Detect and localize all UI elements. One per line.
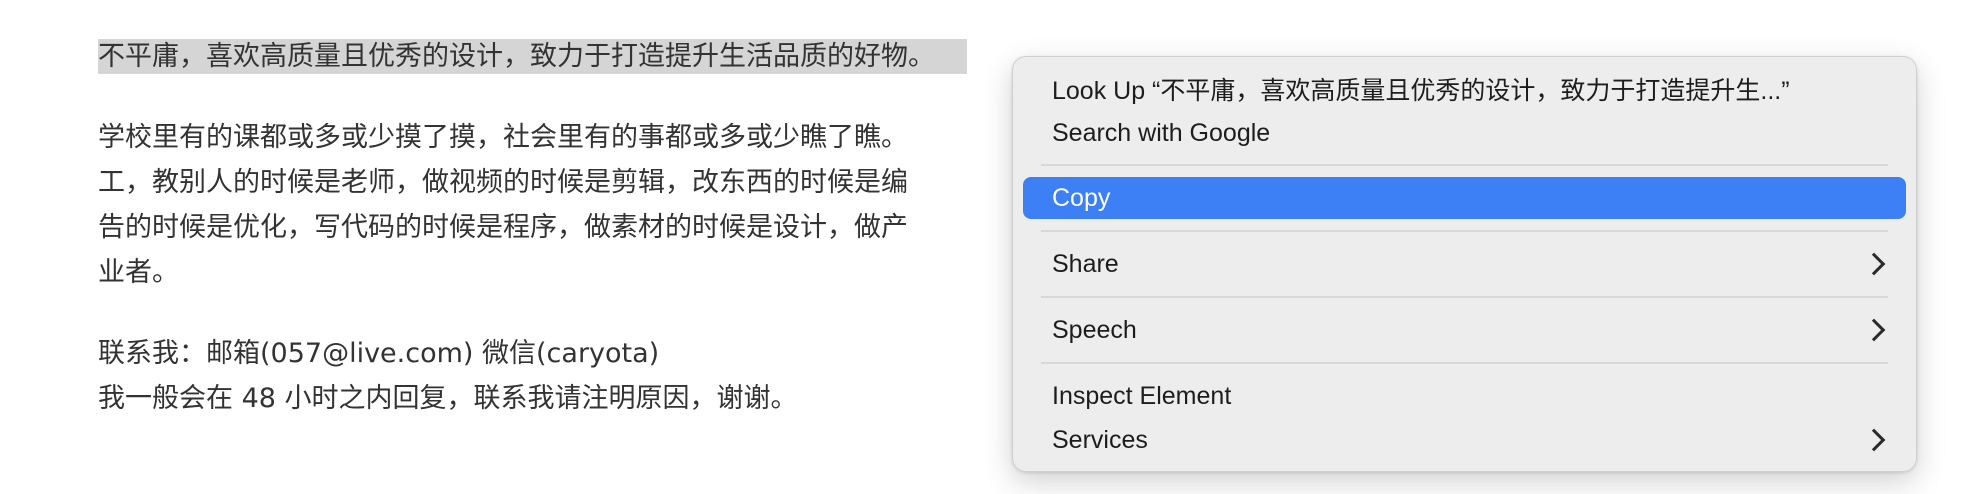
menu-item-label: Search with Google bbox=[1052, 118, 1271, 147]
page-content: 不平庸，喜欢高质量且优秀的设计，致力于打造提升生活品质的好物。 学校里有的课都或… bbox=[98, 34, 1098, 421]
menu-separator bbox=[1041, 230, 1888, 232]
selected-intro-line[interactable]: 不平庸，喜欢高质量且优秀的设计，致力于打造提升生活品质的好物。 bbox=[98, 34, 1098, 79]
chevron-right-icon bbox=[1862, 428, 1886, 452]
menu-item-copy[interactable]: Copy bbox=[1023, 177, 1906, 219]
bio-line-1: 学校里有的课都或多或少摸了摸，社会里有的事都或多或少瞧了瞧。 bbox=[98, 122, 908, 153]
bio-line-2: 工，教别人的时候是老师，做视频的时候是剪辑，改东西的时候是编 bbox=[98, 167, 908, 198]
menu-item-search-with-google[interactable]: Search with Google bbox=[1023, 112, 1906, 154]
menu-item-look-up[interactable]: Look Up “不平庸，喜欢高质量且优秀的设计，致力于打造提升生...” bbox=[1023, 68, 1906, 110]
bio-line-3: 告的时候是优化，写代码的时候是程序，做素材的时候是设计，做产 bbox=[98, 212, 908, 243]
menu-item-services[interactable]: Services bbox=[1023, 419, 1906, 461]
menu-separator bbox=[1041, 164, 1888, 166]
context-menu: Look Up “不平庸，喜欢高质量且优秀的设计，致力于打造提升生...” Se… bbox=[1012, 56, 1917, 472]
menu-separator bbox=[1041, 362, 1888, 364]
bio-line-4: 业者。 bbox=[98, 257, 179, 288]
contact-line: 联系我：邮箱(057@live.com) 微信(caryota) bbox=[98, 338, 660, 369]
menu-separator bbox=[1041, 296, 1888, 298]
menu-item-label: Copy bbox=[1052, 183, 1111, 212]
menu-item-label: Share bbox=[1052, 249, 1119, 278]
menu-item-label: Speech bbox=[1052, 315, 1137, 344]
menu-item-inspect-element[interactable]: Inspect Element bbox=[1023, 375, 1906, 417]
menu-item-share[interactable]: Share bbox=[1023, 243, 1906, 285]
text-selection[interactable]: 不平庸，喜欢高质量且优秀的设计，致力于打造提升生活品质的好物。 bbox=[98, 39, 967, 74]
chevron-right-icon bbox=[1862, 318, 1886, 342]
reply-note-line: 我一般会在 48 小时之内回复，联系我请注明原因，谢谢。 bbox=[98, 383, 798, 414]
menu-item-label: Services bbox=[1052, 425, 1148, 454]
menu-item-speech[interactable]: Speech bbox=[1023, 309, 1906, 351]
menu-item-label: Inspect Element bbox=[1052, 381, 1232, 410]
chevron-right-icon bbox=[1862, 252, 1886, 276]
menu-item-label: Look Up “不平庸，喜欢高质量且优秀的设计，致力于打造提升生...” bbox=[1052, 77, 1790, 105]
